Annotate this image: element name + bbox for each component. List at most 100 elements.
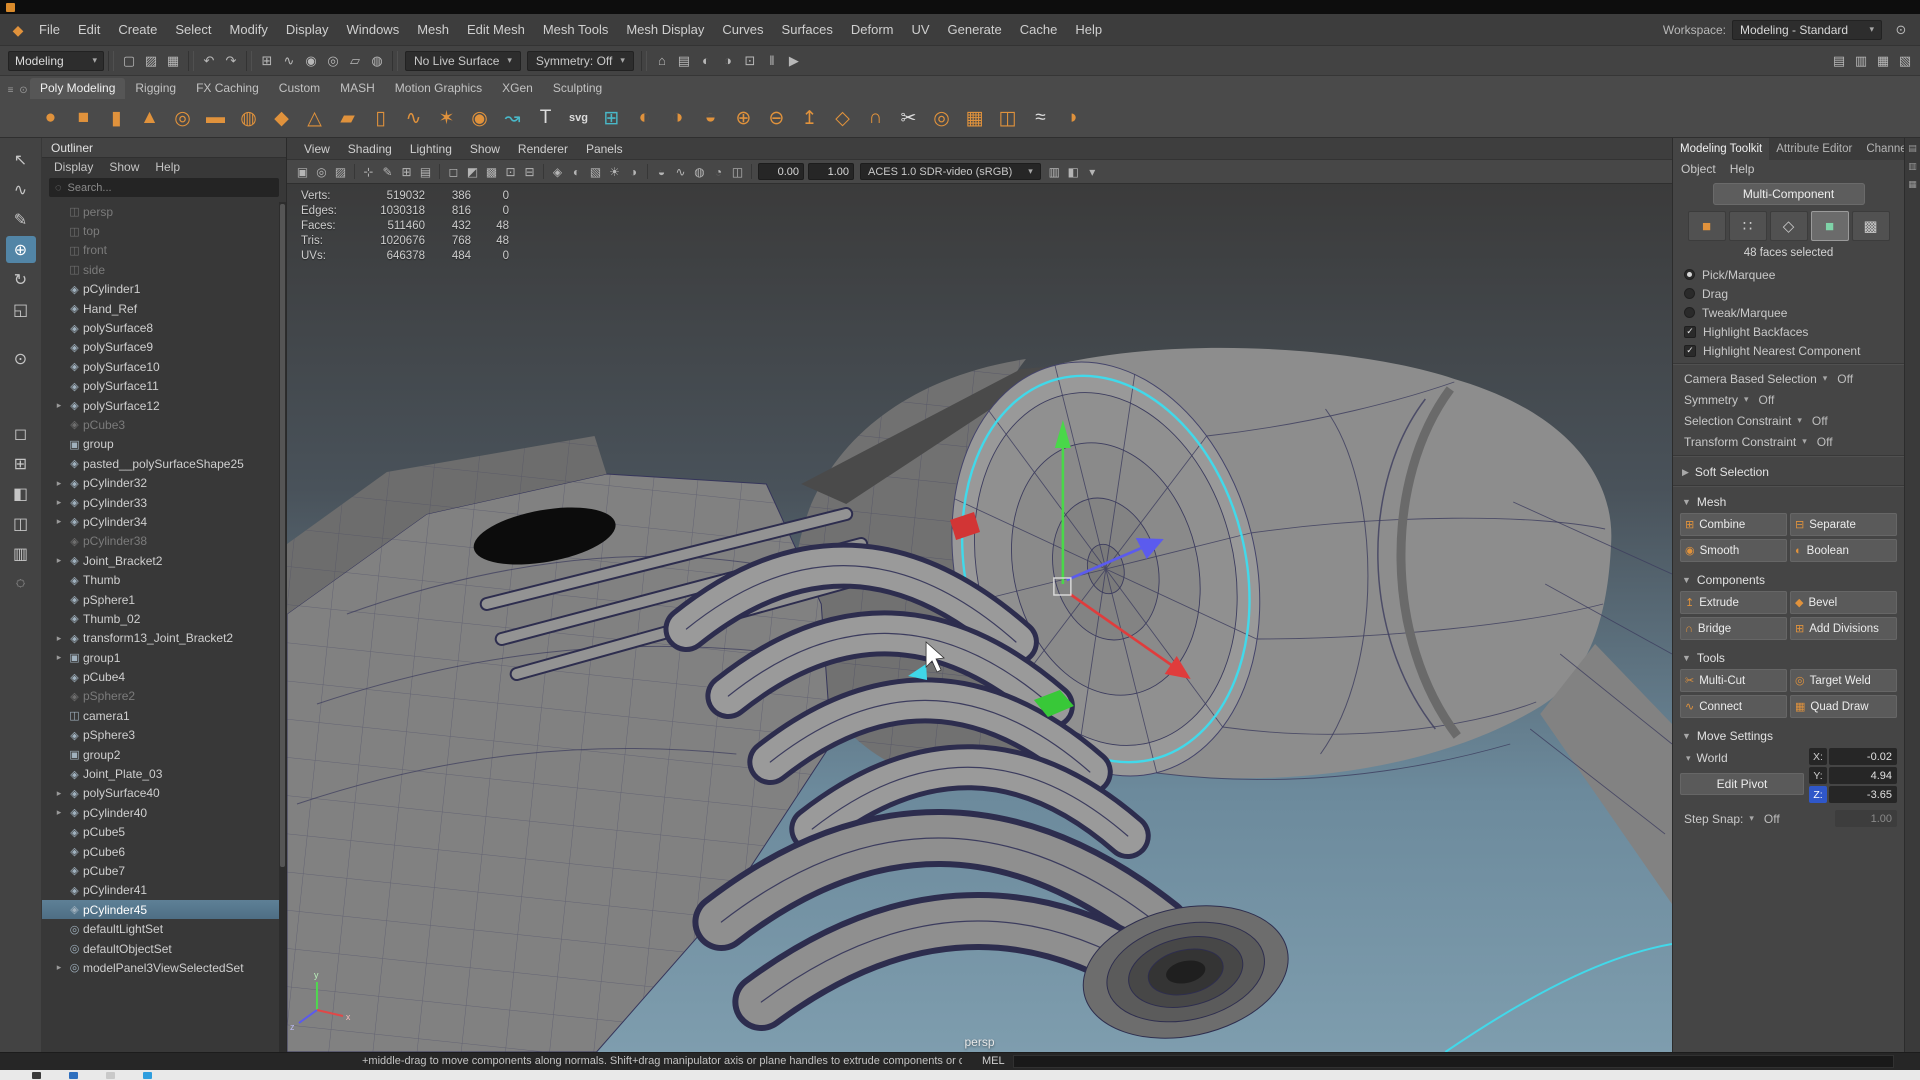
outliner-item-pcylinder40[interactable]: ▸◈pCylinder40 <box>42 803 286 822</box>
scale-tool[interactable]: ◱ <box>6 296 36 323</box>
tab-channel-b[interactable]: Channel B <box>1859 138 1904 160</box>
playback-icon[interactable]: ▶ <box>783 53 805 69</box>
menu-cache[interactable]: Cache <box>1011 22 1067 37</box>
vp-depth-of-field-icon[interactable]: ◔ <box>709 165 728 179</box>
outliner-item-psphere1[interactable]: ◈pSphere1 <box>42 590 286 609</box>
menu-mesh-display[interactable]: Mesh Display <box>617 22 713 37</box>
outliner-item-pcylinder41[interactable]: ◈pCylinder41 <box>42 881 286 900</box>
outliner-item-pcylinder45[interactable]: ◈pCylinder45 <box>42 900 286 919</box>
shelf-svg-icon[interactable]: svg <box>562 102 595 135</box>
tab-modeling-toolkit[interactable]: Modeling Toolkit <box>1673 138 1769 160</box>
outliner-item-psphere3[interactable]: ◈pSphere3 <box>42 726 286 745</box>
layout-single-pane-icon[interactable]: ◻ <box>6 420 36 447</box>
outliner-item-persp[interactable]: ◫persp <box>42 202 286 221</box>
tab-attribute-editor[interactable]: Attribute Editor <box>1769 138 1859 160</box>
shelf-curves-icon[interactable]: ↝ <box>496 102 529 135</box>
taskbar-app1-icon[interactable] <box>69 1072 78 1079</box>
symmetry-selector[interactable]: Symmetry: Off▾ <box>527 51 634 71</box>
expand-icon[interactable]: ▸ <box>52 807 66 818</box>
radio-indicator[interactable] <box>1684 307 1695 318</box>
menu-modify[interactable]: Modify <box>221 22 277 37</box>
outliner-item-top[interactable]: ◫top <box>42 221 286 240</box>
expand-icon[interactable]: ▸ <box>52 652 66 663</box>
render-current-frame-icon[interactable]: ◐ <box>695 53 717 68</box>
outliner-item-polysurface8[interactable]: ◈polySurface8 <box>42 318 286 337</box>
workspace-gear-icon[interactable]: ⊙ <box>1890 22 1912 38</box>
vp-bookmark-icon[interactable]: ◎ <box>312 165 331 179</box>
quad-draw-button[interactable]: ▦Quad Draw <box>1790 695 1897 718</box>
outliner-item-thumb-02[interactable]: ◈Thumb_02 <box>42 609 286 628</box>
move-settings-header[interactable]: ▼ Move Settings <box>1673 726 1904 746</box>
checkbox-highlight-backfaces[interactable]: ✓Highlight Backfaces <box>1673 322 1904 341</box>
outliner-item-pcylinder38[interactable]: ◈pCylinder38 <box>42 532 286 551</box>
strip-modeling-toolkit-icon[interactable]: ▦ <box>1908 179 1917 190</box>
shelf-tab-sculpting[interactable]: Sculpting <box>543 78 612 99</box>
shelf-boolean-intersect-icon[interactable]: ◒ <box>694 102 727 135</box>
outliner-item-group1[interactable]: ▸▣group1 <box>42 648 286 667</box>
expand-icon[interactable]: ▸ <box>52 516 66 527</box>
outliner-item-pcube7[interactable]: ◈pCube7 <box>42 861 286 880</box>
edit-pivot-button[interactable]: Edit Pivot <box>1680 773 1804 795</box>
radio-indicator[interactable] <box>1684 288 1695 299</box>
menu-create[interactable]: Create <box>109 22 166 37</box>
menu-windows[interactable]: Windows <box>337 22 408 37</box>
checkbox-highlight-nearest-component[interactable]: ✓Highlight Nearest Component <box>1673 341 1904 360</box>
smooth-button[interactable]: ◉Smooth <box>1680 539 1787 562</box>
menu-display[interactable]: Display <box>277 22 338 37</box>
toolkit-menu-help[interactable]: Help <box>1730 162 1755 176</box>
vp-isolate-select-icon[interactable]: ◫ <box>728 165 747 179</box>
shelf-tab-rigging[interactable]: Rigging <box>125 78 186 99</box>
radio-pick-marquee[interactable]: Pick/Marquee <box>1673 265 1904 284</box>
shelf-cylinder-icon[interactable]: ▮ <box>100 102 133 135</box>
outliner-menu-help[interactable]: Help <box>147 160 188 174</box>
outliner-item-joint-bracket2[interactable]: ▸◈Joint_Bracket2 <box>42 551 286 570</box>
viewport-menu-panels[interactable]: Panels <box>577 142 632 156</box>
shelf-multicut-icon[interactable]: ✂ <box>892 102 925 135</box>
exposure-field[interactable]: 0.00 <box>758 163 804 180</box>
menu-edit[interactable]: Edit <box>69 22 109 37</box>
multi-cut-button[interactable]: ✂Multi-Cut <box>1680 669 1787 692</box>
outliner-item-transform13-joint-bracket2[interactable]: ▸◈transform13_Joint_Bracket2 <box>42 629 286 648</box>
vp-viewport-settings-icon[interactable]: ▾ <box>1083 165 1102 179</box>
outliner-item-camera1[interactable]: ◫camera1 <box>42 706 286 725</box>
vertex-mode-button[interactable]: ∷ <box>1729 211 1767 241</box>
outliner-item-pasted-polysurfaceshape25[interactable]: ◈pasted__polySurfaceShape25 <box>42 454 286 473</box>
vp-multisample-icon[interactable]: ◍ <box>690 165 709 179</box>
outliner-item-pcube5[interactable]: ◈pCube5 <box>42 823 286 842</box>
menu-mesh[interactable]: Mesh <box>408 22 458 37</box>
menu-surfaces[interactable]: Surfaces <box>773 22 842 37</box>
shelf-disc-icon[interactable]: ◍ <box>232 102 265 135</box>
expand-icon[interactable]: ▸ <box>52 788 66 799</box>
vp-2d-pan-zoom-icon[interactable]: ⊹ <box>359 165 378 179</box>
live-surface-selector[interactable]: No Live Surface▾ <box>405 51 521 71</box>
axis-value-field[interactable]: -0.02 <box>1829 748 1897 765</box>
soft-selection-header[interactable]: ▶ Soft Selection <box>1673 462 1904 482</box>
lasso-tool[interactable]: ∿ <box>6 176 36 203</box>
viewport-menu-show[interactable]: Show <box>461 142 509 156</box>
menu-set-selector[interactable]: Modeling▾ <box>8 51 104 71</box>
gamma-field[interactable]: 1.00 <box>808 163 854 180</box>
shelf-combine-icon[interactable]: ⊕ <box>727 102 760 135</box>
shelf-prism-icon[interactable]: ▰ <box>331 102 364 135</box>
separate-button[interactable]: ⊟Separate <box>1790 513 1897 536</box>
shelf-boolean-union-icon[interactable]: ◐ <box>628 102 661 135</box>
menu-edit-mesh[interactable]: Edit Mesh <box>458 22 534 37</box>
shelf-pyramid-icon[interactable]: △ <box>298 102 331 135</box>
outliner-item-defaultlightset[interactable]: ◎defaultLightSet <box>42 919 286 938</box>
connect-button[interactable]: ∿Connect <box>1680 695 1787 718</box>
snap-point-icon[interactable]: ◉ <box>300 53 322 69</box>
menu-file[interactable]: File <box>30 22 69 37</box>
expand-icon[interactable]: ▸ <box>52 497 66 508</box>
expand-icon[interactable]: ▸ <box>52 400 66 411</box>
section-header-components[interactable]: ▼Components <box>1673 570 1904 590</box>
axis-value-field[interactable]: 4.94 <box>1829 767 1897 784</box>
layout-hypershade-icon[interactable]: ▥ <box>6 540 36 567</box>
shelf-soccer-icon[interactable]: ◉ <box>463 102 496 135</box>
menu-deform[interactable]: Deform <box>842 22 903 37</box>
outliner-item-polysurface10[interactable]: ◈polySurface10 <box>42 357 286 376</box>
face-mode-button[interactable]: ■ <box>1811 211 1849 241</box>
snap-view-plane-icon[interactable]: ▱ <box>344 53 366 69</box>
shelf-sphere-icon[interactable]: ● <box>34 102 67 135</box>
shelf-smooth-icon[interactable]: ≈ <box>1024 102 1057 135</box>
vp-image-plane-icon[interactable]: ▨ <box>331 165 350 179</box>
